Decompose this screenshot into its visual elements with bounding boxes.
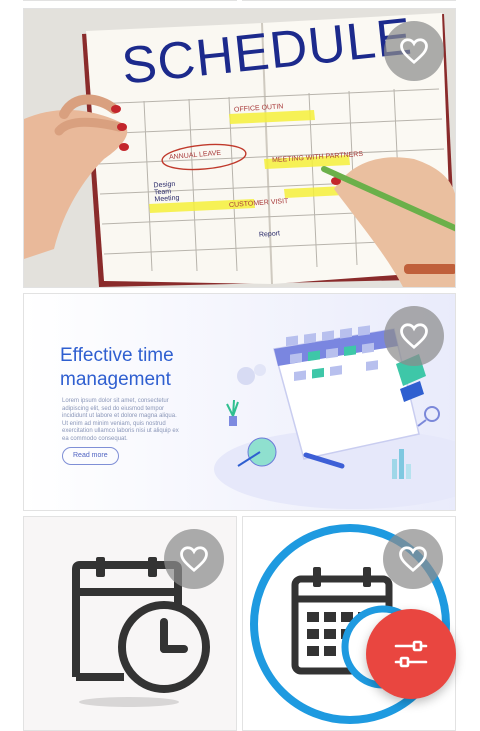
ad-title-line1: Effective time bbox=[60, 345, 174, 366]
time-management-card[interactable]: Effective time management Lorem ipsum do… bbox=[23, 293, 456, 511]
ad-title: Effective time management bbox=[60, 344, 174, 392]
ad-title-line2: management bbox=[60, 369, 171, 390]
note-design: Design Team Meeting bbox=[153, 180, 180, 204]
note-report: Report bbox=[258, 230, 281, 239]
previous-card-left[interactable] bbox=[23, 0, 237, 1]
filter-fab-button[interactable] bbox=[366, 609, 456, 699]
filter-sliders-icon bbox=[394, 640, 428, 668]
favorite-button[interactable] bbox=[164, 529, 224, 589]
favorite-button[interactable] bbox=[384, 306, 444, 366]
heart-outline-icon bbox=[400, 38, 428, 65]
previous-card-right[interactable] bbox=[242, 0, 456, 1]
heart-outline-icon bbox=[399, 546, 427, 573]
schedule-photo-card[interactable]: SCHEDULE OFFICE OUTIN ANNUAL LEAVE MEETI… bbox=[23, 8, 456, 288]
favorite-button[interactable] bbox=[384, 21, 444, 81]
read-more-button[interactable]: Read more bbox=[62, 447, 119, 465]
heart-outline-icon bbox=[180, 546, 208, 573]
calendar-clock-card[interactable] bbox=[23, 516, 237, 731]
heart-outline-icon bbox=[400, 323, 428, 350]
favorite-button[interactable] bbox=[383, 529, 443, 589]
ad-lorem-text: Lorem ipsum dolor sit amet, consectetur … bbox=[62, 398, 179, 442]
